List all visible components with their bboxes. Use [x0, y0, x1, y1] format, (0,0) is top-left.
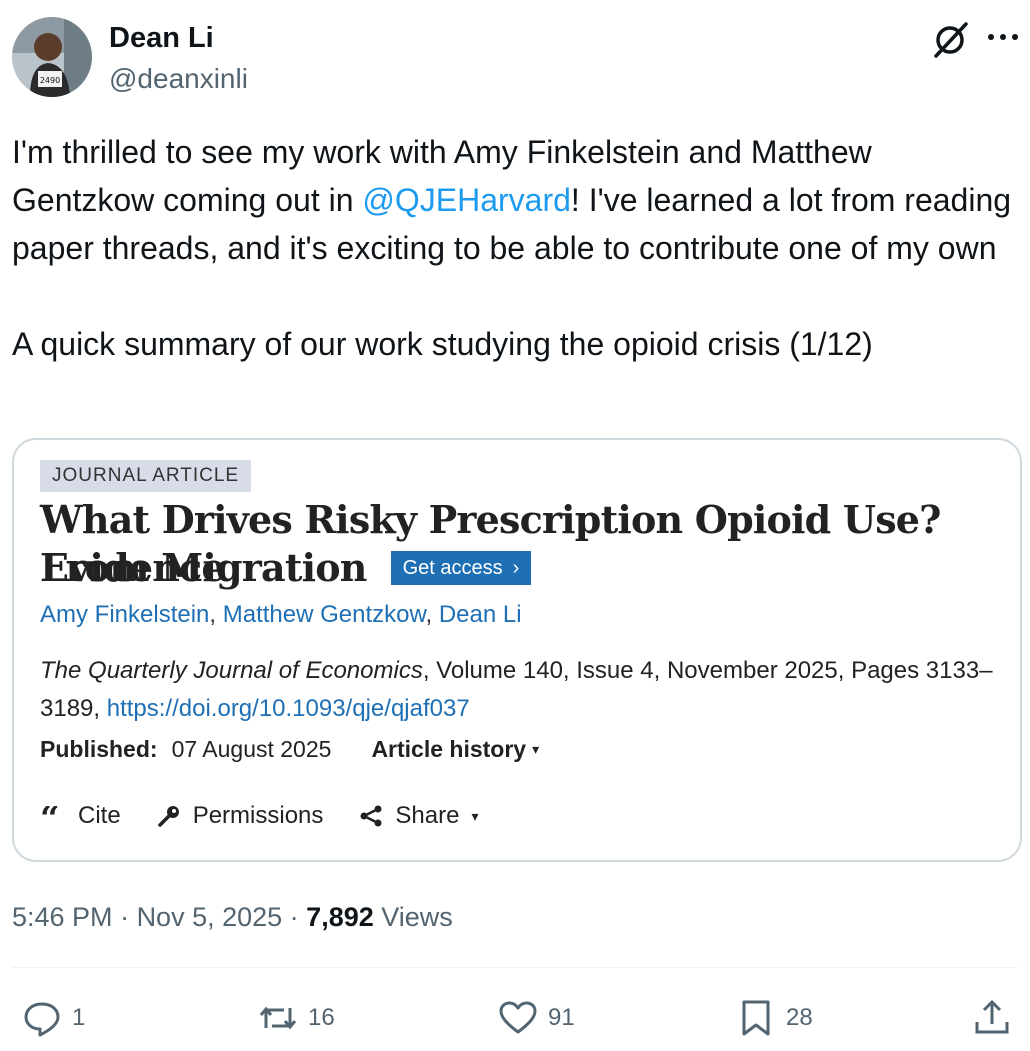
get-access-label: Get access	[402, 557, 503, 579]
caret-down-icon: ▾	[471, 807, 479, 824]
bookmark-count: 28	[786, 1004, 813, 1031]
author-1: Amy Finkelstein	[40, 601, 210, 628]
permissions-label: Permissions	[192, 802, 324, 829]
tweet-meta: 5:46 PM · Nov 5, 2025 · 7,892 Views	[12, 899, 453, 935]
repost-count: 16	[308, 1004, 335, 1031]
published-row: Published: 07 August 2025 Article histor…	[40, 732, 539, 766]
article-actions: “ Cite Permissions Share ▾	[40, 802, 514, 830]
cite-icon: “	[40, 806, 60, 826]
views-label: Views	[373, 902, 453, 932]
repost-icon	[259, 1006, 297, 1030]
like-button[interactable]: 91	[498, 998, 575, 1038]
like-icon	[499, 1001, 537, 1034]
cite-label: Cite	[78, 802, 121, 829]
svg-text:“: “	[40, 806, 60, 826]
article-image[interactable]: JOURNAL ARTICLE What Drives Risky Prescr…	[12, 438, 1022, 862]
reply-button[interactable]: 1	[22, 998, 85, 1038]
tweet-time[interactable]: 5:46 PM	[12, 902, 113, 932]
more-icon[interactable]	[986, 30, 1020, 44]
article-title-line2: From Migration	[40, 545, 367, 590]
bookmark-icon	[742, 1000, 770, 1036]
published-label: Published:	[40, 736, 158, 762]
bookmark-button[interactable]: 28	[736, 998, 813, 1038]
published-date: 07 August 2025	[171, 736, 332, 762]
author-separator: ,	[425, 601, 439, 628]
avatar[interactable]: 2490	[12, 17, 92, 97]
reply-count: 1	[72, 1004, 86, 1031]
handle[interactable]: @deanxinli	[109, 62, 248, 96]
key-icon	[157, 806, 179, 827]
upload-icon	[975, 999, 1009, 1034]
tweet-date[interactable]: Nov 5, 2025	[137, 902, 283, 932]
article-history: Article history ▾	[371, 732, 539, 766]
article-citation: The Quarterly Journal of Economics, Volu…	[40, 652, 1000, 728]
display-name[interactable]: Dean Li	[109, 20, 214, 56]
journal-article-badge: JOURNAL ARTICLE	[40, 460, 252, 492]
share-label: Share	[395, 802, 460, 829]
avatar-bib-number: 2490	[40, 76, 60, 85]
reply-icon	[24, 1002, 60, 1037]
views-count: 7,892	[306, 902, 374, 932]
article-authors: Amy Finkelstein, Matthew Gentzkow, Dean …	[40, 598, 522, 632]
share-action: Share ▾	[359, 802, 478, 830]
meta-dot: ·	[112, 902, 137, 932]
doi-link: https://doi.org/10.1093/qje/qjaf037	[106, 695, 470, 722]
article-title-row2: From Migration Get access ›	[40, 544, 532, 592]
divider	[12, 967, 1018, 968]
get-access-button: Get access ›	[390, 551, 532, 585]
repost-button[interactable]: 16	[258, 998, 335, 1038]
meta-dot: ·	[282, 902, 307, 932]
like-count: 91	[548, 1004, 575, 1031]
share-icon	[360, 805, 382, 827]
author-3: Dean Li	[438, 601, 522, 628]
article-history-label: Article history	[371, 736, 527, 762]
caret-down-icon: ▾	[532, 741, 540, 757]
author-2: Matthew Gentzkow	[222, 601, 426, 628]
share-button[interactable]	[972, 998, 1012, 1038]
author-separator: ,	[209, 601, 223, 628]
mention-link[interactable]: @QJEHarvard	[362, 182, 571, 218]
grok-icon[interactable]	[930, 18, 972, 60]
cite-action: “ Cite	[40, 802, 121, 830]
tweet-text: I'm thrilled to see my work with Amy Fin…	[12, 128, 1012, 368]
permissions-action: Permissions	[157, 802, 324, 830]
chevron-right-icon: ›	[512, 557, 520, 579]
journal-name: The Quarterly Journal of Economics	[40, 657, 423, 684]
